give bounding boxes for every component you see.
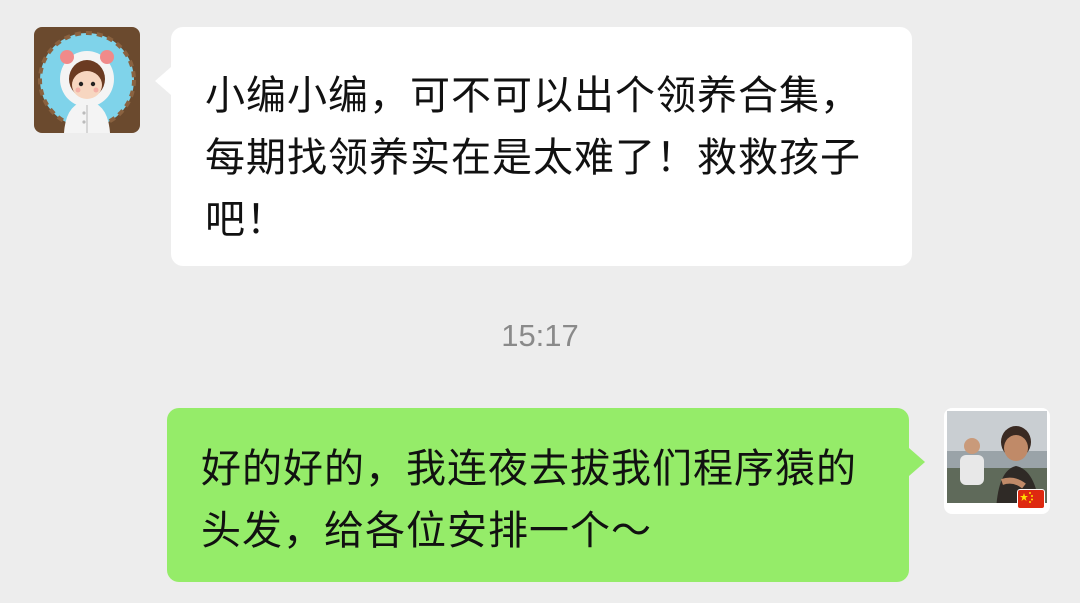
my-avatar[interactable] bbox=[944, 408, 1050, 514]
incoming-message-bubble[interactable]: 小编小编，可不可以出个领养合集，每期找领养实在是太难了！救救孩子吧！ bbox=[155, 27, 912, 266]
message-text: 小编小编，可不可以出个领养合集，每期找领养实在是太难了！救救孩子吧！ bbox=[205, 73, 861, 243]
china-flag-icon bbox=[1018, 490, 1044, 508]
bubble-tail bbox=[909, 448, 925, 476]
bubble-tail bbox=[155, 67, 171, 95]
cartoon-girl-avatar-icon bbox=[34, 27, 140, 133]
message-text: 好的好的，我连夜去拔我们程序猿的头发，给各位安排一个～ bbox=[201, 446, 857, 554]
message-timestamp: 15:17 bbox=[501, 318, 579, 353]
contact-avatar[interactable] bbox=[34, 27, 140, 133]
outgoing-message-bubble[interactable]: 好的好的，我连夜去拔我们程序猿的头发，给各位安排一个～ bbox=[167, 408, 925, 582]
